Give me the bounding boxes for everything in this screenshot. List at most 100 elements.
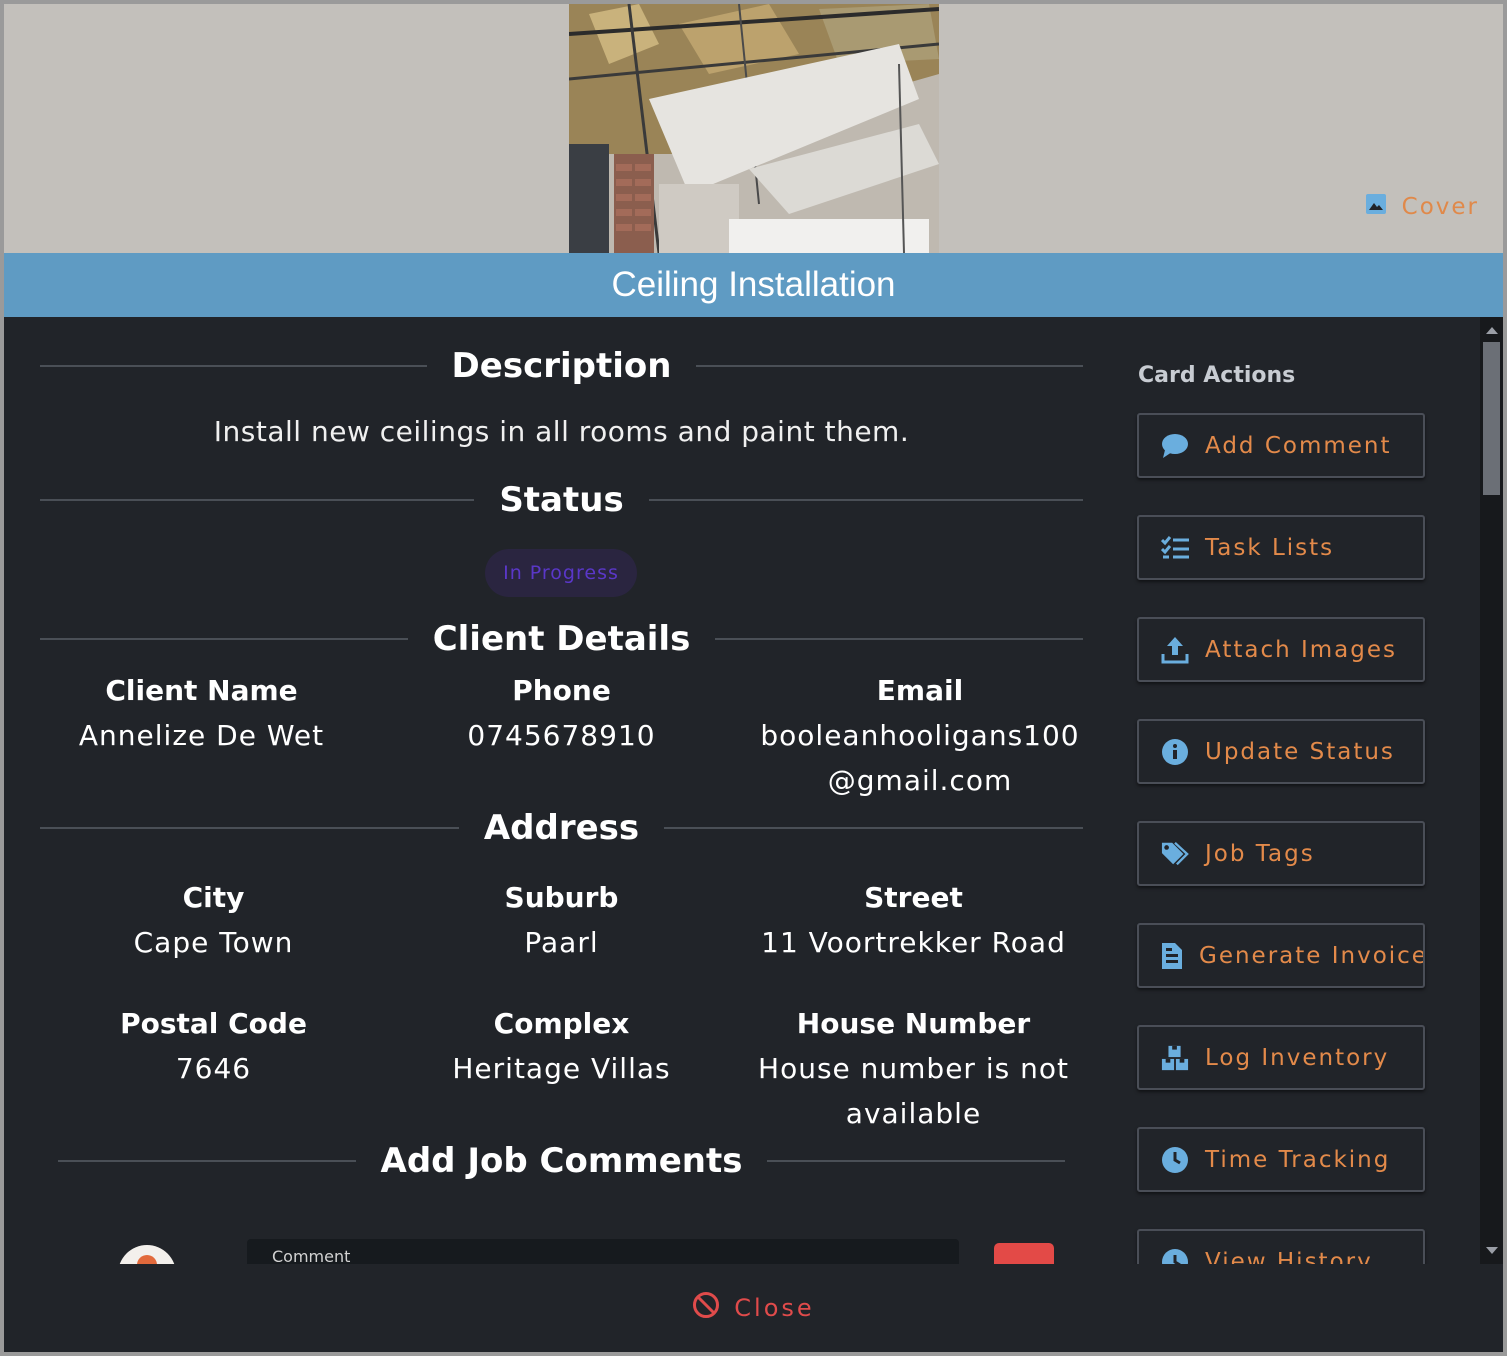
complex-value: Heritage Villas — [452, 1052, 671, 1085]
description-text: Install new ceilings in all rooms and pa… — [213, 415, 910, 448]
task-lists-button[interactable]: Task Lists — [1137, 515, 1425, 580]
invoice-icon — [1161, 942, 1183, 970]
attach-images-button[interactable]: Attach Images — [1137, 617, 1425, 682]
address-heading: Address — [483, 808, 640, 848]
time-tracking-button[interactable]: Time Tracking — [1137, 1127, 1425, 1192]
submit-comment-button[interactable] — [994, 1243, 1054, 1264]
update-status-button[interactable]: Update Status — [1137, 719, 1425, 784]
view-history-label: View History — [1205, 1248, 1373, 1265]
house-number-field: House Number House number is not availab… — [740, 1001, 1087, 1136]
content-scrollbar[interactable] — [1480, 317, 1503, 1264]
description-section-header: Description — [40, 346, 1083, 386]
title-bar: Ceiling Installation — [4, 253, 1503, 317]
divider — [648, 499, 1084, 501]
comment-input[interactable]: Comment — [247, 1239, 959, 1264]
history-icon — [1161, 1248, 1189, 1264]
divider — [40, 499, 475, 501]
divider — [664, 827, 1084, 829]
divider — [40, 638, 408, 640]
generate-invoice-button[interactable]: Generate Invoice — [1137, 923, 1425, 988]
cover-button-label: Cover — [1401, 194, 1479, 220]
image-icon — [1365, 194, 1386, 220]
suburb-field: Suburb Paarl — [420, 875, 703, 965]
address-section-header: Address — [40, 808, 1084, 848]
log-inventory-label: Log Inventory — [1205, 1044, 1390, 1071]
close-button[interactable]: Close — [692, 1291, 814, 1325]
complex-field: Complex Heritage Villas — [420, 1001, 703, 1091]
phone-label: Phone — [512, 674, 611, 707]
street-label: Street — [864, 881, 963, 914]
task-lists-label: Task Lists — [1205, 534, 1335, 561]
info-icon — [1161, 738, 1189, 766]
status-section-header: Status — [40, 480, 1084, 520]
close-label: Close — [734, 1294, 815, 1322]
job-card-modal: Cover Ceiling Installation Description I… — [4, 4, 1503, 1352]
generate-invoice-label: Generate Invoice — [1199, 942, 1425, 969]
update-status-label: Update Status — [1205, 738, 1395, 765]
suburb-label: Suburb — [504, 881, 619, 914]
phone-field: Phone 0745678910 — [420, 668, 703, 758]
clock-icon — [1161, 1146, 1189, 1174]
client-heading: Client Details — [432, 619, 691, 659]
card-title: Ceiling Installation — [611, 265, 896, 304]
street-value: 11 Voortrekker Road — [761, 926, 1066, 959]
modal-footer: Close — [4, 1264, 1503, 1352]
tags-icon — [1161, 840, 1189, 868]
divider — [40, 827, 459, 829]
email-label: Email — [876, 674, 964, 707]
city-value: Cape Town — [133, 926, 294, 959]
city-label: City — [182, 881, 245, 914]
ban-icon — [692, 1291, 720, 1325]
postal-code-label: Postal Code — [120, 1007, 307, 1040]
email-field: Email booleanhooligans100 @gmail.com — [755, 668, 1085, 803]
scroll-down-arrow[interactable] — [1486, 1247, 1498, 1254]
add-comment-label: Add Comment — [1205, 432, 1392, 459]
comment-icon — [1161, 432, 1189, 460]
view-history-button[interactable]: View History — [1137, 1229, 1425, 1264]
divider — [58, 1160, 356, 1162]
add-comment-button[interactable]: Add Comment — [1137, 413, 1425, 478]
postal-code-field: Postal Code 7646 — [40, 1001, 387, 1091]
avatar — [118, 1245, 176, 1264]
postal-code-value: 7646 — [175, 1052, 252, 1085]
status-badge: In Progress — [485, 549, 637, 597]
description-heading: Description — [451, 346, 672, 386]
job-tags-label: Job Tags — [1205, 840, 1315, 867]
divider — [767, 1160, 1065, 1162]
city-field: City Cape Town — [40, 875, 387, 965]
job-tags-button[interactable]: Job Tags — [1137, 821, 1425, 886]
comments-section-header: Add Job Comments — [58, 1141, 1065, 1181]
log-inventory-button[interactable]: Log Inventory — [1137, 1025, 1425, 1090]
house-number-label: House Number — [796, 1007, 1031, 1040]
suburb-value: Paarl — [524, 926, 599, 959]
scroll-up-arrow[interactable] — [1486, 327, 1498, 334]
time-tracking-label: Time Tracking — [1205, 1146, 1391, 1173]
street-field: Street 11 Voortrekker Road — [740, 875, 1087, 965]
status-heading: Status — [499, 480, 624, 520]
comments-heading: Add Job Comments — [380, 1141, 743, 1181]
house-number-value-line2: available — [845, 1097, 982, 1130]
phone-value: 0745678910 — [467, 719, 656, 752]
cover-photo — [569, 4, 939, 253]
client-section-header: Client Details — [40, 619, 1084, 659]
email-value-line1: booleanhooligans100 — [760, 719, 1080, 752]
scroll-thumb[interactable] — [1483, 342, 1500, 495]
cover-area: Cover — [4, 4, 1503, 253]
card-content: Description Install new ceilings in all … — [4, 317, 1480, 1264]
attach-images-label: Attach Images — [1205, 636, 1398, 663]
comment-input-label: Comment — [272, 1247, 351, 1264]
client-name-label: Client Name — [105, 674, 298, 707]
email-value-line2: @gmail.com — [827, 764, 1013, 797]
complex-label: Complex — [493, 1007, 630, 1040]
upload-icon — [1161, 636, 1189, 664]
client-name-value: Annelize De Wet — [78, 719, 325, 752]
divider — [715, 638, 1084, 640]
divider — [40, 365, 427, 367]
client-name-field: Client Name Annelize De Wet — [40, 668, 363, 758]
house-number-value-line1: House number is not — [758, 1052, 1069, 1085]
checklist-icon — [1161, 534, 1189, 562]
divider — [696, 365, 1083, 367]
cover-button[interactable]: Cover — [1365, 194, 1479, 220]
inventory-icon — [1161, 1044, 1189, 1072]
card-actions-title: Card Actions — [1138, 363, 1296, 388]
